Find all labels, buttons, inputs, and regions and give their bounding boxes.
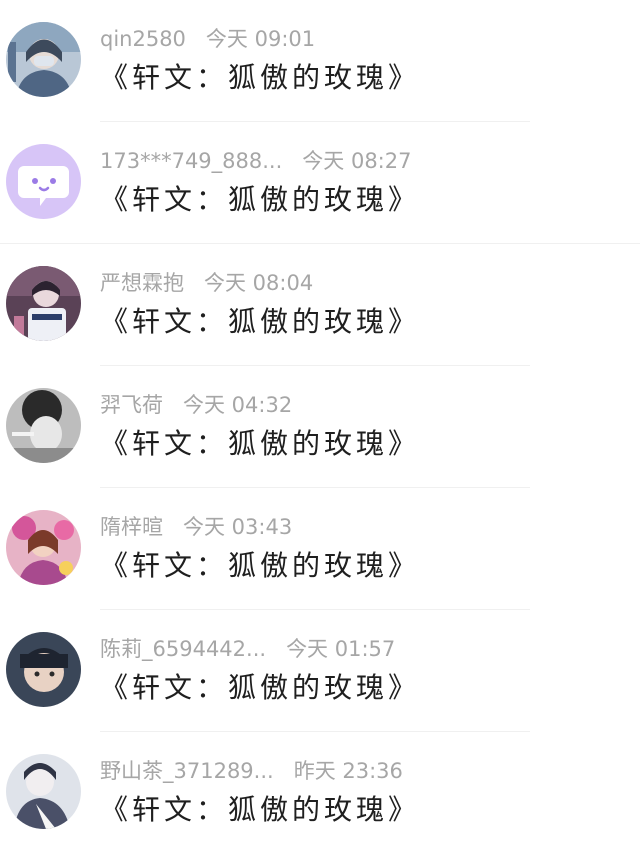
username[interactable]: 羿飞荷: [100, 393, 163, 417]
username[interactable]: qin2580: [100, 27, 186, 51]
user-photo-avatar-icon: [6, 266, 81, 341]
comment-item[interactable]: qin2580 今天 09:01 《轩文：狐傲的玫瑰》: [0, 0, 640, 122]
timestamp: 今天 03:43: [183, 515, 293, 539]
timestamp: 今天 08:04: [204, 271, 314, 295]
timestamp: 今天 01:57: [286, 637, 396, 661]
username[interactable]: 173***749_888...: [100, 149, 282, 173]
avatar[interactable]: [6, 510, 81, 585]
avatar[interactable]: [6, 754, 81, 829]
timestamp: 昨天 23:36: [293, 759, 403, 783]
comment-item[interactable]: 隋梓暄 今天 03:43 《轩文：狐傲的玫瑰》: [0, 488, 640, 610]
user-photo-avatar-icon: [6, 632, 81, 707]
comment-text: 《轩文：狐傲的玫瑰》: [100, 793, 421, 826]
comment-item[interactable]: 野山茶_371289... 昨天 23:36 《轩文：狐傲的玫瑰》: [0, 732, 640, 854]
comment-meta: 羿飞荷 今天 04:32: [100, 390, 292, 420]
comment-item[interactable]: 羿飞荷 今天 04:32 《轩文：狐傲的玫瑰》: [0, 366, 640, 488]
user-photo-avatar-icon: [6, 22, 81, 97]
avatar[interactable]: [6, 22, 81, 97]
avatar[interactable]: [6, 388, 81, 463]
comment-text: 《轩文：狐傲的玫瑰》: [100, 671, 421, 704]
timestamp: 今天 04:32: [183, 393, 293, 417]
comment-text: 《轩文：狐傲的玫瑰》: [100, 305, 421, 338]
user-photo-avatar-icon: [6, 388, 81, 463]
comment-meta: 陈莉_6594442... 今天 01:57: [100, 634, 395, 664]
avatar[interactable]: [6, 144, 81, 219]
avatar[interactable]: [6, 632, 81, 707]
user-photo-avatar-icon: [6, 754, 81, 829]
username[interactable]: 陈莉_6594442...: [100, 637, 266, 661]
avatar[interactable]: [6, 266, 81, 341]
comment-meta: qin2580 今天 09:01: [100, 24, 315, 54]
comment-meta: 野山茶_371289... 昨天 23:36: [100, 756, 403, 786]
comment-meta: 隋梓暄 今天 03:43: [100, 512, 292, 542]
username[interactable]: 严想霖抱: [100, 271, 184, 295]
timestamp: 今天 09:01: [205, 27, 316, 51]
comment-list: qin2580 今天 09:01 《轩文：狐傲的玫瑰》 173***749_888…: [0, 0, 640, 855]
timestamp: 今天 08:27: [302, 149, 412, 173]
comment-text: 《轩文：狐傲的玫瑰》: [100, 427, 421, 460]
username[interactable]: 野山茶_371289...: [100, 759, 274, 783]
username[interactable]: 隋梓暄: [100, 515, 163, 539]
comment-item[interactable]: 严想霖抱 今天 08:04 《轩文：狐傲的玫瑰》: [0, 244, 640, 366]
comment-meta: 严想霖抱 今天 08:04: [100, 268, 313, 298]
comment-meta: 173***749_888... 今天 08:27: [100, 146, 411, 176]
chat-bubble-default-avatar-icon: [6, 144, 81, 219]
comment-text: 《轩文：狐傲的玫瑰》: [100, 61, 421, 94]
comment-text: 《轩文：狐傲的玫瑰》: [100, 183, 421, 216]
user-photo-avatar-icon: [6, 510, 81, 585]
comment-item[interactable]: 173***749_888... 今天 08:27 《轩文：狐傲的玫瑰》: [0, 122, 640, 244]
comment-text: 《轩文：狐傲的玫瑰》: [100, 549, 421, 582]
comment-item[interactable]: 陈莉_6594442... 今天 01:57 《轩文：狐傲的玫瑰》: [0, 610, 640, 732]
